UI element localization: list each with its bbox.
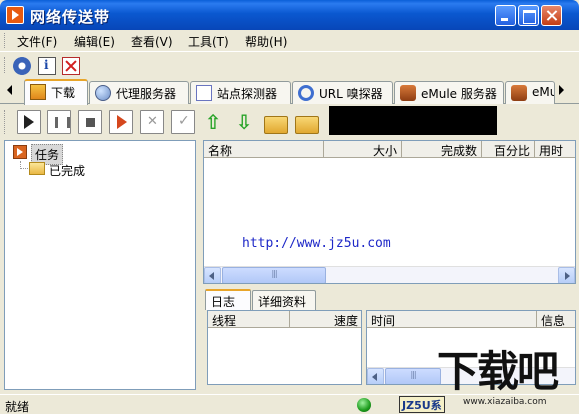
connection-status-icon xyxy=(357,398,371,412)
tab-site-probe-label: 站点探测器 xyxy=(217,87,278,101)
menu-bar: 文件(F) 编辑(E) 查看(V) 工具(T) 帮助(H) xyxy=(0,30,579,50)
menu-edit[interactable]: 编辑(E) xyxy=(72,32,117,51)
tab-log[interactable]: 日志 xyxy=(205,289,251,310)
column-percent[interactable]: 百分比 xyxy=(482,141,535,158)
menu-file[interactable]: 文件(F) xyxy=(15,32,59,51)
tab-site-probe[interactable]: 站点探测器 xyxy=(190,81,291,104)
column-completed[interactable]: 完成数 xyxy=(402,141,482,158)
tab-scroll-left-icon[interactable] xyxy=(7,85,12,95)
column-name[interactable]: 名称 xyxy=(204,141,324,158)
tab-emule-label: eMule 服务器 xyxy=(421,87,497,101)
exit-icon[interactable] xyxy=(62,57,80,75)
move-up-icon[interactable]: ⇧ xyxy=(201,110,225,134)
info-icon[interactable] xyxy=(38,57,56,75)
detail-tab-strip: 日志 详细资料 xyxy=(203,289,576,310)
scroll-thumb[interactable] xyxy=(385,368,441,384)
pause-task-icon[interactable] xyxy=(47,110,71,134)
app-icon[interactable] xyxy=(6,6,24,24)
tree-node-completed-label: 已完成 xyxy=(49,164,86,178)
column-log-info[interactable]: 信息 xyxy=(537,311,575,328)
column-size[interactable]: 大小 xyxy=(324,141,402,158)
window-title: 网络传送带 xyxy=(30,8,111,26)
stop-task-icon[interactable] xyxy=(78,110,102,134)
thread-list[interactable]: 线程 速度 xyxy=(207,310,362,385)
url-sniffer-icon xyxy=(298,85,314,101)
completed-folder-icon xyxy=(29,162,45,175)
tab-emule-partial[interactable]: eMul xyxy=(505,81,555,104)
move-down-icon[interactable]: ⇩ xyxy=(232,110,256,134)
tab-emule-partial-label: eMul xyxy=(532,85,554,99)
tab-download-label: 下载 xyxy=(51,86,76,100)
scroll-left-icon[interactable] xyxy=(367,368,384,384)
tab-emule-server[interactable]: eMule 服务器 xyxy=(394,81,504,104)
tab-proxy-label: 代理服务器 xyxy=(116,87,177,101)
brand-watermark-logo: 下载吧 www.xiazaiba.com xyxy=(437,349,579,414)
download-icon xyxy=(30,84,46,100)
menu-tools[interactable]: 工具(T) xyxy=(186,32,231,51)
start-task-icon[interactable] xyxy=(17,110,41,134)
scroll-thumb[interactable] xyxy=(222,267,326,283)
watermark-url: http://www.jz5u.com xyxy=(242,236,391,251)
title-bar[interactable]: 网络传送带 xyxy=(0,0,579,30)
check-task-icon[interactable] xyxy=(171,110,195,134)
task-toolbar-grip[interactable] xyxy=(4,110,7,134)
scroll-left-icon[interactable] xyxy=(204,267,221,283)
task-folder-icon xyxy=(13,145,27,159)
toolbar-grip[interactable] xyxy=(4,57,7,73)
browse-folder-icon[interactable] xyxy=(295,116,319,134)
column-time[interactable]: 用时 xyxy=(535,141,575,158)
brand-logo-url: www.xiazaiba.com xyxy=(463,397,547,407)
task-list-hscrollbar[interactable] xyxy=(204,266,575,283)
delete-task-icon[interactable] xyxy=(140,110,164,134)
main-tab-strip: 下载 代理服务器 站点探测器 URL 嗅探器 eMule 服务器 eMul xyxy=(0,79,579,105)
proxy-server-icon xyxy=(95,85,111,101)
speed-monitor-panel xyxy=(329,106,497,135)
column-log-time[interactable]: 时间 xyxy=(367,311,537,328)
task-list[interactable]: 名称 大小 完成数 百分比 用时 http://www.jz5u.com xyxy=(203,140,576,284)
open-folder-icon[interactable] xyxy=(264,116,288,134)
menu-view[interactable]: 查看(V) xyxy=(129,32,175,51)
tab-scroll-right-icon[interactable] xyxy=(559,85,564,95)
scroll-right-icon[interactable] xyxy=(558,267,575,283)
emule-icon xyxy=(400,85,416,101)
emule-icon xyxy=(511,85,527,101)
quick-toolbar xyxy=(0,51,579,77)
tab-url-sniffer-label: URL 嗅探器 xyxy=(319,87,383,101)
close-button[interactable] xyxy=(541,5,562,26)
maximize-button[interactable] xyxy=(518,5,539,26)
settings-gear-icon[interactable] xyxy=(13,57,31,75)
brand-logo-text: 下载吧 xyxy=(437,347,559,396)
restart-task-icon[interactable] xyxy=(109,110,133,134)
status-text: 就绪 xyxy=(5,400,30,414)
column-thread[interactable]: 线程 xyxy=(208,311,290,328)
tab-url-sniffer[interactable]: URL 嗅探器 xyxy=(292,81,393,104)
menu-help[interactable]: 帮助(H) xyxy=(243,32,289,51)
task-tree[interactable]: 任务 已完成 xyxy=(4,140,196,390)
column-speed[interactable]: 速度 xyxy=(290,311,361,328)
tab-download[interactable]: 下载 xyxy=(24,79,88,105)
tab-details[interactable]: 详细资料 xyxy=(252,290,316,310)
menu-grip[interactable] xyxy=(4,33,7,48)
minimize-button[interactable] xyxy=(495,5,516,26)
tab-proxy-server[interactable]: 代理服务器 xyxy=(89,81,189,104)
site-probe-icon xyxy=(196,85,212,101)
